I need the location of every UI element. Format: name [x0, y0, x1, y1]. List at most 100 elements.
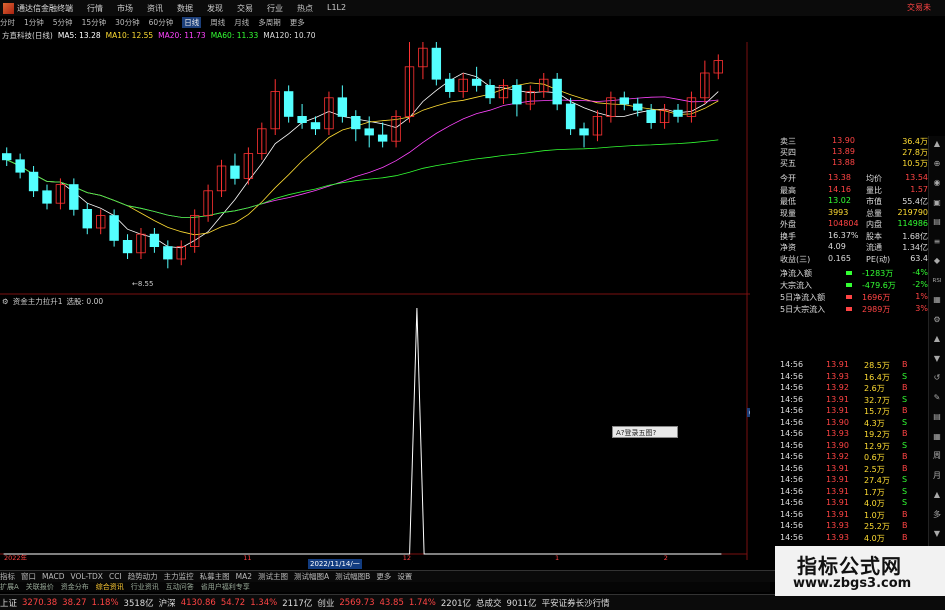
side-tool-icon[interactable]: ✎ — [931, 392, 943, 404]
login-popup[interactable]: A?登录五图? — [612, 426, 678, 438]
tick-vol: 4.3万 — [864, 418, 885, 428]
order-book-row: 买四 13.89 27.8万 — [780, 147, 928, 158]
side-tool-icon[interactable]: ▦ — [931, 431, 943, 443]
side-tool-icon[interactable]: ⊕ — [931, 158, 943, 170]
side-tool-icon[interactable]: ▣ — [931, 197, 943, 209]
stat-label: 股本 — [866, 231, 882, 241]
tick-row: 14:56 13.92 0.6万 B — [780, 452, 930, 463]
side-tool-icon[interactable]: ▤ — [931, 216, 943, 228]
candle — [351, 110, 361, 142]
indicator-tab-8[interactable]: MA2 — [236, 572, 252, 581]
period-tab-9[interactable]: 多周期 — [258, 17, 281, 28]
info-tab-3[interactable]: 综合资讯 — [96, 582, 124, 592]
watermark: 指标公式网 www.zbgs3.com — [775, 546, 945, 596]
info-tab-0[interactable]: 扩展A — [0, 582, 19, 592]
side-tool-icon[interactable]: ≡ — [931, 236, 943, 248]
indicator-gear-icon[interactable]: ⚙ — [2, 297, 9, 306]
tick-row: 14:56 13.90 12.9万 S — [780, 441, 930, 452]
side-tool-icon[interactable]: ▤ — [931, 411, 943, 423]
tick-row: 14:56 13.91 4.0万 S — [780, 498, 930, 509]
indicator-tab-1[interactable]: 窗口 — [21, 571, 36, 582]
period-tab-8[interactable]: 月线 — [234, 17, 249, 28]
tick-price: 13.93 — [826, 429, 849, 438]
info-tab-6[interactable]: 省用户福利专享 — [201, 582, 250, 592]
menu-item-8[interactable]: L1L2 — [327, 3, 346, 14]
indicator-tab-3[interactable]: VOL-TDX — [70, 572, 102, 581]
indicator-tab-10[interactable]: 测试幅图A — [294, 571, 329, 582]
indicator-tab-5[interactable]: 趋势动力 — [128, 571, 158, 582]
indicator-tab-4[interactable]: CCI — [109, 572, 122, 581]
menu-item-6[interactable]: 行业 — [267, 3, 283, 14]
info-tab-1[interactable]: 关联报价 — [26, 582, 54, 592]
period-tab-6[interactable]: 日线 — [182, 17, 202, 28]
tick-time: 14:56 — [780, 452, 804, 461]
side-tool-icon[interactable]: 月 — [931, 470, 943, 482]
side-tool-icon[interactable]: ◉ — [931, 177, 943, 189]
tick-time: 14:56 — [780, 406, 804, 415]
flow-label: 大宗流入 — [780, 281, 812, 290]
stat-value: 4.09 — [828, 242, 846, 251]
menu-item-0[interactable]: 行情 — [87, 3, 103, 14]
indicator-tab-0[interactable]: 指标 — [0, 571, 15, 582]
side-tool-icon[interactable]: ▲ — [931, 489, 943, 501]
side-tool-icon[interactable]: RSI — [931, 275, 943, 287]
kline-chart[interactable]: 11.5011.0010.5010.001.000.900.800.700.60… — [0, 42, 750, 560]
period-tab-2[interactable]: 5分钟 — [53, 17, 73, 28]
menu-item-3[interactable]: 数据 — [177, 3, 193, 14]
indicator-tab-11[interactable]: 测试幅图B — [335, 571, 370, 582]
trade-status[interactable]: 交易未 — [907, 2, 931, 13]
side-tool-icon[interactable]: ▲ — [931, 333, 943, 345]
info-tab-4[interactable]: 行业资讯 — [131, 582, 159, 592]
candle — [310, 116, 321, 135]
period-tab-0[interactable]: 分时 — [0, 17, 15, 28]
quote-stat-row: 净资 4.09 流通 1.34亿 — [780, 242, 928, 253]
side-tool-icon[interactable]: ▼ — [931, 528, 943, 540]
candle — [646, 104, 656, 129]
candle — [445, 73, 455, 98]
menu-item-4[interactable]: 发现 — [207, 3, 223, 14]
tick-price: 13.90 — [826, 417, 849, 427]
menu-item-7[interactable]: 热点 — [297, 3, 313, 14]
stat-value: 1.68亿 — [902, 231, 928, 241]
candle — [700, 60, 710, 104]
menu-item-2[interactable]: 资讯 — [147, 3, 163, 14]
period-bar: 分时 1分钟 5分钟 15分钟 30分钟 60分钟 日线 周线 月线 多周期 更多 — [0, 16, 945, 29]
period-tab-3[interactable]: 15分钟 — [82, 17, 107, 28]
ma-line-10 — [6, 82, 719, 236]
tick-side: S — [902, 475, 908, 484]
indicator-tab-2[interactable]: MACD — [42, 572, 64, 581]
menu-item-1[interactable]: 市场 — [117, 3, 133, 14]
period-tab-10[interactable]: 更多 — [290, 17, 305, 28]
tick-time: 14:56 — [780, 360, 804, 369]
tick-time: 14:56 — [780, 498, 804, 507]
stat-label: 收益(三) — [780, 254, 811, 264]
indicator-tab-13[interactable]: 设置 — [397, 571, 412, 582]
tick-side: B — [902, 532, 908, 542]
tick-row: 14:56 13.91 2.5万 B — [780, 464, 930, 475]
side-tool-icon[interactable]: 多 — [931, 509, 943, 521]
indicator-tab-7[interactable]: 私募主图 — [200, 571, 230, 582]
info-tab-5[interactable]: 互动问答 — [166, 582, 194, 592]
side-tool-icon[interactable]: ⚙ — [931, 314, 943, 326]
app-logo-icon — [3, 2, 14, 14]
period-tab-4[interactable]: 30分钟 — [115, 17, 140, 28]
side-tool-icon[interactable]: ▲ — [931, 138, 943, 150]
side-tool-icon[interactable]: ↺ — [931, 372, 943, 384]
side-tool-icon[interactable]: 周 — [931, 450, 943, 462]
period-tab-1[interactable]: 1分钟 — [24, 17, 44, 28]
tick-row: 14:56 13.93 16.4万 S — [780, 372, 930, 383]
indicator-tab-6[interactable]: 主力监控 — [164, 571, 194, 582]
period-tab-7[interactable]: 周线 — [210, 17, 225, 28]
side-tool-icon[interactable]: ◆ — [931, 255, 943, 267]
index-bar-item: 9011亿 — [506, 598, 537, 609]
period-tab-5[interactable]: 60分钟 — [149, 17, 174, 28]
side-tool-icon[interactable]: ▼ — [931, 353, 943, 365]
indicator-tab-9[interactable]: 测试主图 — [258, 571, 288, 582]
menu-item-5[interactable]: 交易 — [237, 3, 253, 14]
side-toolbar: ▲⊕◉▣▤≡◆RSI▦⚙▲▼↺✎▤▦周月▲多▼◎ — [928, 136, 945, 586]
tick-price: 13.93 — [826, 521, 849, 530]
side-tool-icon[interactable]: ▦ — [931, 294, 943, 306]
indicator-tab-12[interactable]: 更多 — [376, 571, 391, 582]
tick-side: B — [902, 521, 908, 530]
info-tab-2[interactable]: 资金分布 — [61, 582, 89, 592]
